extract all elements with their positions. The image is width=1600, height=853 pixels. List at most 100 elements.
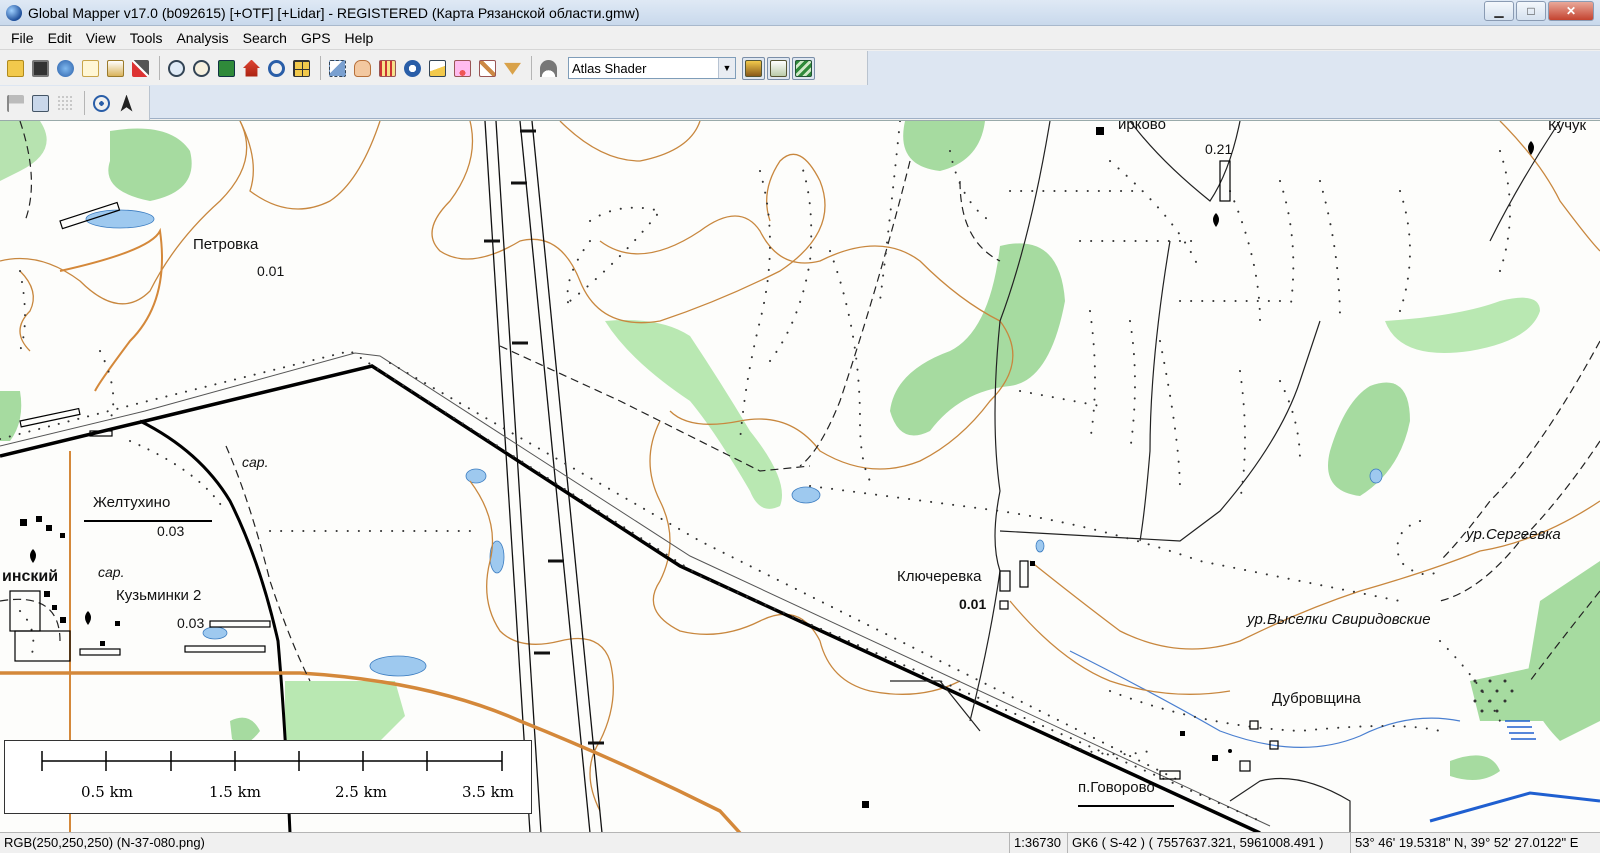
scale-label: 0.5 km — [81, 783, 133, 801]
shader-config-icon[interactable] — [742, 56, 765, 80]
place-value-kuzminki: 0.03 — [177, 615, 205, 631]
place-value-petrovka: 0.01 — [257, 263, 285, 279]
globe-open-icon[interactable] — [54, 57, 77, 80]
label-underline — [84, 520, 212, 522]
layers-icon[interactable] — [104, 57, 127, 80]
lake — [85, 209, 155, 229]
place-label-kirkovo: ирково — [1118, 120, 1166, 133]
select-tool-icon[interactable] — [326, 57, 349, 80]
status-scale: 1:36730 — [1009, 832, 1067, 853]
place-label-zheltukhino: Желтухино — [93, 494, 171, 511]
place-label-inskiy: инский — [2, 568, 59, 585]
label-underline — [1078, 805, 1174, 807]
toolbar-separator — [84, 91, 85, 115]
document-icon[interactable] — [79, 57, 102, 80]
flag-icon[interactable] — [4, 92, 27, 115]
place-value-klyucherevka: 0.01 — [959, 596, 987, 612]
grid-icon[interactable] — [290, 57, 313, 80]
shader-dropdown[interactable]: Atlas Shader ▼ — [568, 57, 736, 79]
menu-view[interactable]: View — [79, 30, 123, 46]
orange-road — [59, 227, 163, 392]
thin-roads — [890, 121, 1561, 832]
menu-analysis[interactable]: Analysis — [169, 30, 235, 46]
close-button[interactable]: ✕ — [1548, 1, 1594, 21]
open-folder-icon[interactable] — [4, 57, 27, 80]
digitizer-icon[interactable] — [476, 57, 499, 80]
triangle-icon[interactable] — [501, 57, 524, 80]
toolbar-separator — [159, 56, 160, 80]
map-label-sar: сар. — [242, 454, 269, 470]
menu-tools[interactable]: Tools — [123, 30, 170, 46]
place-value-zheltukhino: 0.03 — [157, 523, 185, 539]
main-toolbar: Atlas Shader ▼ — [0, 51, 868, 85]
forest-area — [0, 121, 47, 181]
map-canvas[interactable]: Петровка 0.01 сар. Желтухино 0.03 инский… — [0, 120, 1600, 832]
zoom-out-icon[interactable] — [190, 57, 213, 80]
measure-icon[interactable] — [376, 57, 399, 80]
menu-help[interactable]: Help — [338, 30, 381, 46]
chevron-down-icon[interactable]: ▼ — [718, 58, 735, 78]
minimize-button[interactable]: ▁ — [1484, 1, 1514, 21]
place-label-petrovka: Петровка — [193, 236, 259, 253]
forest-area — [0, 391, 22, 441]
status-projection: GK6 ( S-42 ) ( 7557637.321, 5961008.491 … — [1067, 832, 1350, 853]
info-icon[interactable] — [401, 57, 424, 80]
save-icon[interactable] — [29, 57, 52, 80]
forest-area — [890, 243, 1065, 436]
terrain-layer-icon[interactable] — [792, 56, 815, 80]
menu-edit[interactable]: Edit — [41, 30, 79, 46]
toolbar-separator — [320, 56, 321, 80]
scale-label: 2.5 km — [335, 783, 387, 801]
scale-bar-ruler — [41, 751, 503, 771]
crosshair-grid-icon[interactable] — [54, 92, 77, 115]
secondary-toolbar — [0, 86, 150, 120]
place-label-klyucherevka: Ключеревка — [897, 568, 982, 585]
status-latlon: 53° 46' 19.5318" N, 39° 52' 27.0122" E — [1350, 832, 1600, 853]
tunnel-icon[interactable] — [537, 57, 560, 80]
marsh-symbol — [1505, 720, 1536, 740]
buildings — [20, 127, 1218, 808]
forest-area — [1385, 297, 1540, 353]
north-arrow-icon[interactable] — [115, 92, 138, 115]
forest-area — [1450, 755, 1500, 780]
menu-search[interactable]: Search — [236, 30, 294, 46]
scale-label: 1.5 km — [209, 783, 261, 801]
place-label-govorovo: п.Говорово — [1078, 779, 1155, 796]
map-label-sar: сар. — [98, 564, 125, 580]
gps-target-icon[interactable] — [90, 92, 113, 115]
copy-layers-icon[interactable] — [29, 92, 52, 115]
forest-area — [903, 121, 985, 171]
home-icon[interactable] — [240, 57, 263, 80]
map-symbols — [30, 141, 1534, 753]
lake — [369, 655, 427, 677]
3d-view-icon[interactable] — [767, 56, 790, 80]
forest-area — [605, 320, 782, 509]
zoom-extent-icon[interactable] — [215, 57, 238, 80]
shader-dropdown-value: Atlas Shader — [572, 60, 647, 76]
scale-bar: 0.5 km 1.5 km 2.5 km 3.5 km — [4, 740, 532, 814]
map-graphics — [0, 121, 1600, 832]
viewshed-icon[interactable] — [451, 57, 474, 80]
lake — [791, 486, 821, 504]
tools-icon[interactable] — [129, 57, 152, 80]
status-pixel-info: RGB(250,250,250) (N-37-080.png) — [4, 835, 205, 850]
refresh-icon[interactable] — [265, 57, 288, 80]
maximize-button[interactable]: □ — [1516, 1, 1546, 21]
title-bar: Global Mapper v17.0 (b092615) [+OTF] [+L… — [0, 0, 1600, 26]
lake — [1369, 468, 1383, 484]
profile-icon[interactable] — [426, 57, 449, 80]
lake — [1035, 539, 1045, 553]
locality-label-vyselki: ур.Выселки Свиридовские — [1247, 611, 1431, 628]
menu-file[interactable]: File — [4, 30, 41, 46]
place-label-kuzminki: Кузьминки 2 — [116, 587, 202, 604]
zoom-in-icon[interactable] — [165, 57, 188, 80]
place-value-kirkovo: 0.21 — [1205, 141, 1233, 157]
forest-area — [285, 681, 405, 741]
forest-area — [1328, 382, 1410, 496]
menu-gps[interactable]: GPS — [294, 30, 338, 46]
forest-area — [1470, 666, 1545, 721]
menu-bar: File Edit View Tools Analysis Search GPS… — [0, 26, 1600, 50]
globe-icon — [6, 4, 22, 21]
scale-label: 3.5 km — [462, 783, 514, 801]
pan-hand-icon[interactable] — [351, 57, 374, 80]
